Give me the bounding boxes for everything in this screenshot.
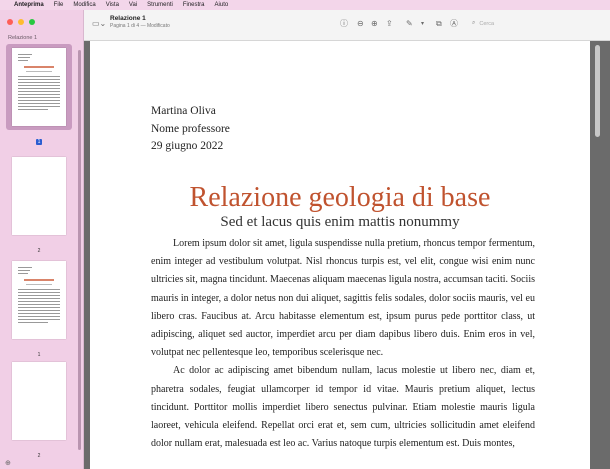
report-date: 29 giugno 2022: [151, 140, 224, 152]
document-subtitle: Pagina 1 di 4 — Modificato: [110, 23, 170, 29]
document-title: Relazione 1: [110, 15, 146, 22]
thumbnail-page-2[interactable]: 2: [6, 153, 72, 257]
thumbnail-page-number: 2: [37, 453, 41, 459]
preview-window: Relazione 1 1 2 1 2 ⊕ ▭⌄ Relazione 1 Pag…: [0, 10, 610, 469]
body-paragraph-1: Lorem ipsum dolor sit amet, ligula suspe…: [151, 238, 535, 359]
professor-name: Nome professore: [151, 123, 230, 135]
search-icon: ⌕: [472, 20, 476, 26]
minimize-button[interactable]: [18, 19, 24, 25]
thumbnail-page-number: 2: [37, 248, 41, 254]
thumbnail-page-number: 1: [35, 139, 43, 145]
menu-vista[interactable]: Vista: [106, 0, 119, 10]
menu-file[interactable]: File: [54, 0, 64, 10]
rotate-icon[interactable]: ⧉: [436, 19, 442, 29]
thumbnail-image: [12, 362, 66, 440]
menu-bar: Anteprima File Modifica Vista Vai Strume…: [0, 0, 610, 10]
menu-aiuto[interactable]: Aiuto: [215, 0, 229, 10]
thumbnail-image: [12, 48, 66, 126]
menu-finestra[interactable]: Finestra: [183, 0, 205, 10]
close-button[interactable]: [7, 19, 13, 25]
zoom-button[interactable]: [29, 19, 35, 25]
thumbnail-page-3[interactable]: 1: [6, 257, 72, 361]
thumbnail-page-1[interactable]: 1: [6, 44, 72, 148]
thumbnail-zoom-icon[interactable]: ⊕: [5, 459, 11, 467]
info-icon[interactable]: ⓘ: [340, 19, 348, 29]
zoom-out-icon[interactable]: ⊖: [357, 19, 364, 29]
menu-strumenti[interactable]: Strumenti: [147, 0, 173, 10]
share-icon[interactable]: ⇪: [386, 19, 393, 29]
document-page: Martina Oliva Nome professore 29 giugno …: [90, 41, 590, 469]
menu-app[interactable]: Anteprima: [14, 0, 44, 10]
sidebar-toggle-icon[interactable]: ▭⌄: [92, 19, 106, 29]
body-paragraph-2: Ac dolor ac adipiscing amet bibendum nul…: [151, 365, 535, 450]
thumbnail-sidebar: Relazione 1 1 2 1 2 ⊕: [0, 10, 84, 469]
document-scrollbar[interactable]: [595, 45, 600, 137]
markup-pen-icon[interactable]: ✎: [406, 19, 413, 29]
search-field[interactable]: ⌕ Cerca: [468, 17, 604, 30]
report-subtitle: Sed et lacus quis enim mattis nonummy: [220, 214, 460, 230]
markup-chevron-down-icon[interactable]: ▾: [421, 19, 424, 29]
window-controls: [7, 19, 35, 25]
report-title: Relazione geologia di base: [189, 182, 491, 213]
toolbar: ▭⌄ Relazione 1 Pagina 1 di 4 — Modificat…: [84, 10, 610, 41]
search-placeholder: Cerca: [479, 20, 495, 27]
menu-vai[interactable]: Vai: [129, 0, 137, 10]
thumbnail-image: [12, 157, 66, 235]
menu-modifica[interactable]: Modifica: [73, 0, 95, 10]
thumbnail-page-4[interactable]: 2: [6, 358, 72, 462]
document-viewer[interactable]: Martina Oliva Nome professore 29 giugno …: [84, 41, 610, 469]
annotate-icon[interactable]: Ⓐ: [450, 19, 458, 29]
thumbnail-image: [12, 261, 66, 339]
zoom-in-icon[interactable]: ⊕: [371, 19, 378, 29]
report-body: Lorem ipsum dolor sit amet, ligula suspe…: [151, 235, 535, 453]
author-name: Martina Oliva: [151, 105, 216, 117]
sidebar-title: Relazione 1: [8, 35, 38, 41]
sidebar-scrollbar[interactable]: [78, 50, 81, 450]
